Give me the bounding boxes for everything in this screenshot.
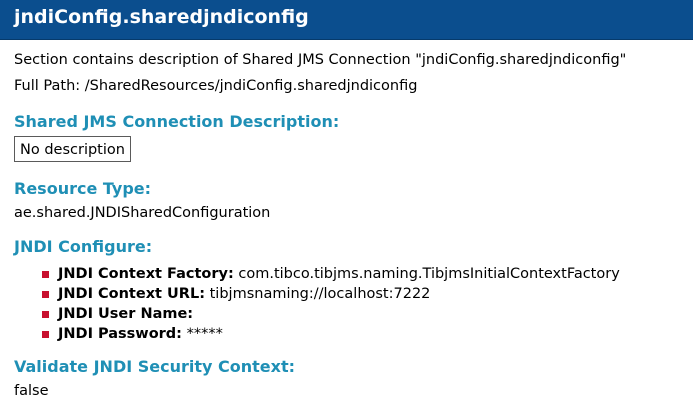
connection-description-heading: Shared JMS Connection Description: xyxy=(14,112,340,131)
jndi-config-list: JNDI Context Factory: com.tibco.tibjms.n… xyxy=(42,264,620,344)
validate-security-value: false xyxy=(14,383,49,399)
square-bullet-icon xyxy=(42,331,49,338)
page: jndiConfig.sharedjndiconfig Section cont… xyxy=(0,0,693,408)
page-title: jndiConfig.sharedjndiconfig xyxy=(14,6,309,28)
context-factory-value: com.tibco.tibjms.naming.TibjmsInitialCon… xyxy=(233,266,620,282)
list-item-password: JNDI Password: ***** xyxy=(42,324,620,344)
square-bullet-icon xyxy=(42,291,49,298)
title-bar: jndiConfig.sharedjndiconfig xyxy=(0,0,693,40)
list-item-user-name: JNDI User Name: xyxy=(42,304,620,324)
password-label: JNDI Password: xyxy=(58,326,182,342)
connection-description-box: No description xyxy=(14,136,131,162)
context-factory-label: JNDI Context Factory: xyxy=(58,266,234,282)
context-url-label: JNDI Context URL: xyxy=(58,286,206,302)
user-name-label: JNDI User Name: xyxy=(58,306,194,322)
jndi-configure-heading: JNDI Configure: xyxy=(14,237,153,256)
square-bullet-icon xyxy=(42,271,49,278)
password-value: ***** xyxy=(181,326,223,342)
square-bullet-icon xyxy=(42,311,49,318)
resource-type-heading: Resource Type: xyxy=(14,179,152,198)
context-url-value: tibjmsnaming://localhost:7222 xyxy=(205,286,431,302)
validate-security-heading: Validate JNDI Security Context: xyxy=(14,357,296,376)
section-description: Section contains description of Shared J… xyxy=(14,52,627,68)
list-item-context-factory: JNDI Context Factory: com.tibco.tibjms.n… xyxy=(42,264,620,284)
list-item-context-url: JNDI Context URL: tibjmsnaming://localho… xyxy=(42,284,620,304)
full-path: Full Path: /SharedResources/jndiConfig.s… xyxy=(14,78,418,94)
resource-type-value: ae.shared.JNDISharedConfiguration xyxy=(14,205,271,221)
